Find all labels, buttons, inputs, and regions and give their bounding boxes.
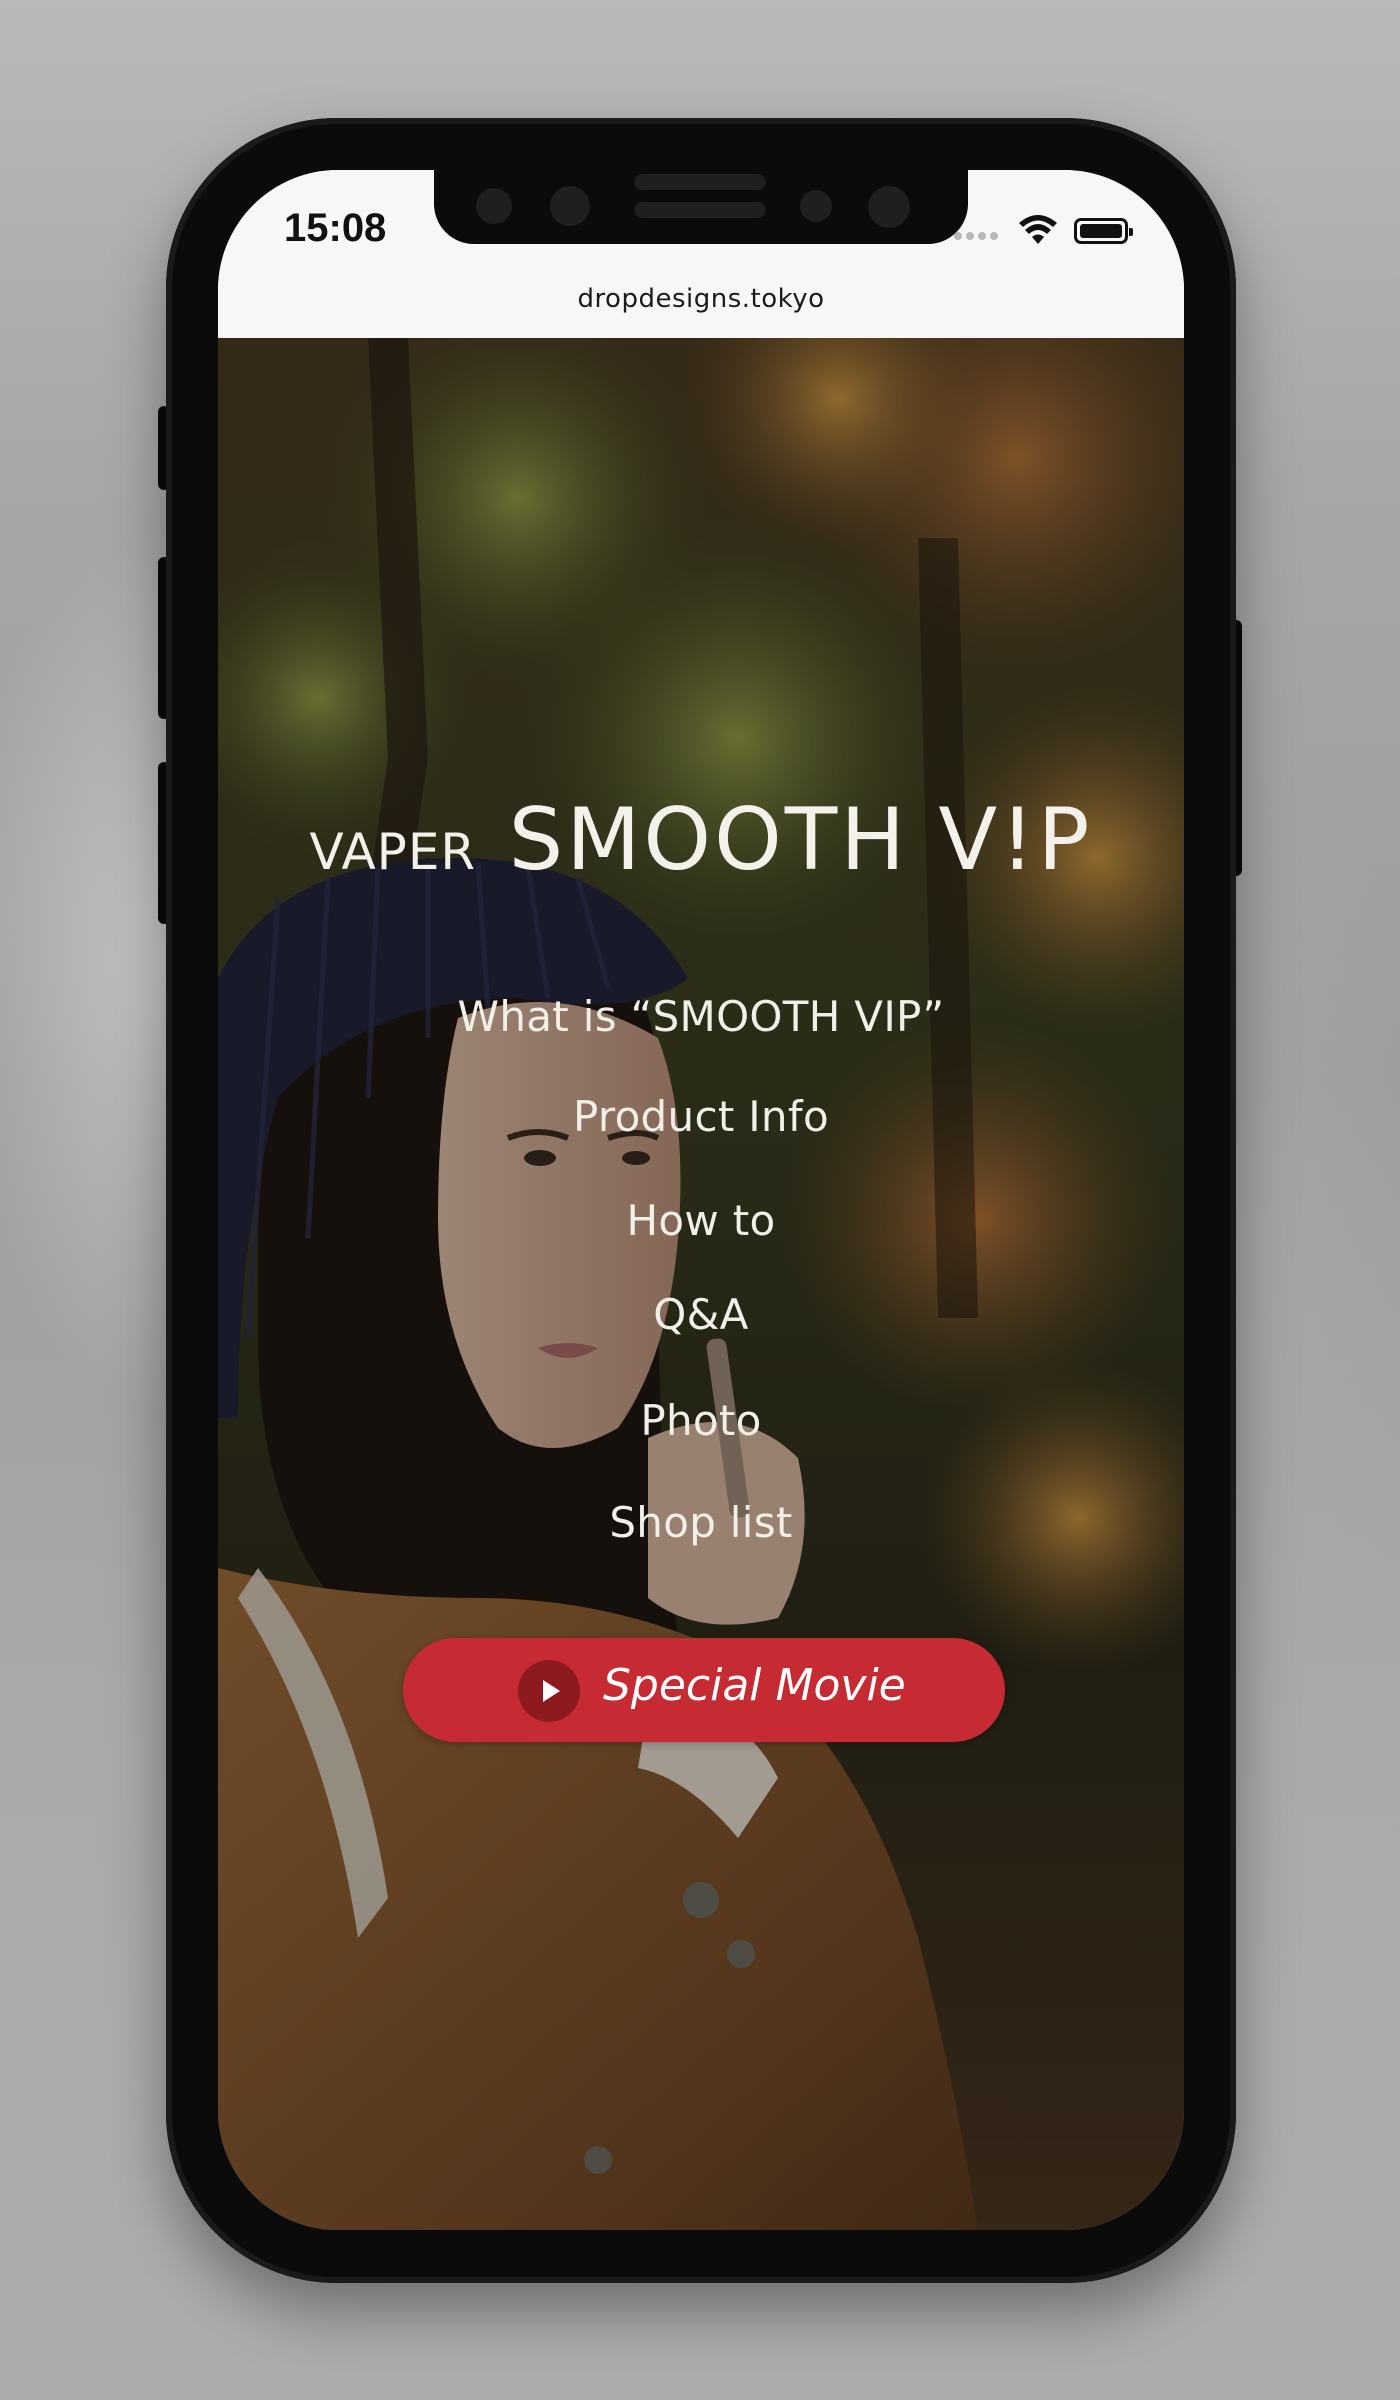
special-movie-label: Special Movie <box>603 1660 906 1711</box>
nav-item-how-to[interactable]: How to <box>218 1196 1184 1245</box>
url-text: dropdesigns.tokyo <box>577 284 825 314</box>
signal-dots-icon <box>954 232 1004 240</box>
web-content: VAPER SMOOTH V!P What is “SMOOTH VIP” Pr… <box>218 338 1184 2230</box>
nav-item-product-info[interactable]: Product Info <box>218 1092 1184 1141</box>
nav-item-what-is[interactable]: What is “SMOOTH VIP” <box>218 992 1184 1041</box>
front-camera-icon <box>868 186 910 228</box>
nav-item-photo[interactable]: Photo <box>218 1396 1184 1445</box>
play-icon <box>518 1660 580 1722</box>
nav-item-qa[interactable]: Q&A <box>218 1290 1184 1339</box>
wifi-icon <box>1019 215 1057 244</box>
special-movie-button[interactable]: Special Movie <box>403 1638 1005 1742</box>
main-nav: What is “SMOOTH VIP” Product Info How to… <box>218 338 1184 2230</box>
status-icons <box>954 214 1154 254</box>
camera-icon <box>476 188 512 224</box>
speaker-grille <box>634 202 766 218</box>
notch <box>434 170 968 244</box>
battery-icon <box>1074 218 1133 244</box>
presentation-background: 15:08 dropdesigns.tokyo VAPER SMOOTH V!P… <box>0 0 1400 2400</box>
address-bar[interactable]: dropdesigns.tokyo <box>218 280 1184 338</box>
sensor-icon <box>550 186 590 226</box>
nav-item-shop-list[interactable]: Shop list <box>218 1498 1184 1547</box>
status-time: 15:08 <box>284 206 387 250</box>
status-bar: 15:08 <box>218 170 1184 280</box>
proximity-sensor-icon <box>800 190 832 222</box>
speaker-grille <box>634 174 766 190</box>
phone-screen: 15:08 dropdesigns.tokyo VAPER SMOOTH V!P… <box>218 170 1184 2230</box>
